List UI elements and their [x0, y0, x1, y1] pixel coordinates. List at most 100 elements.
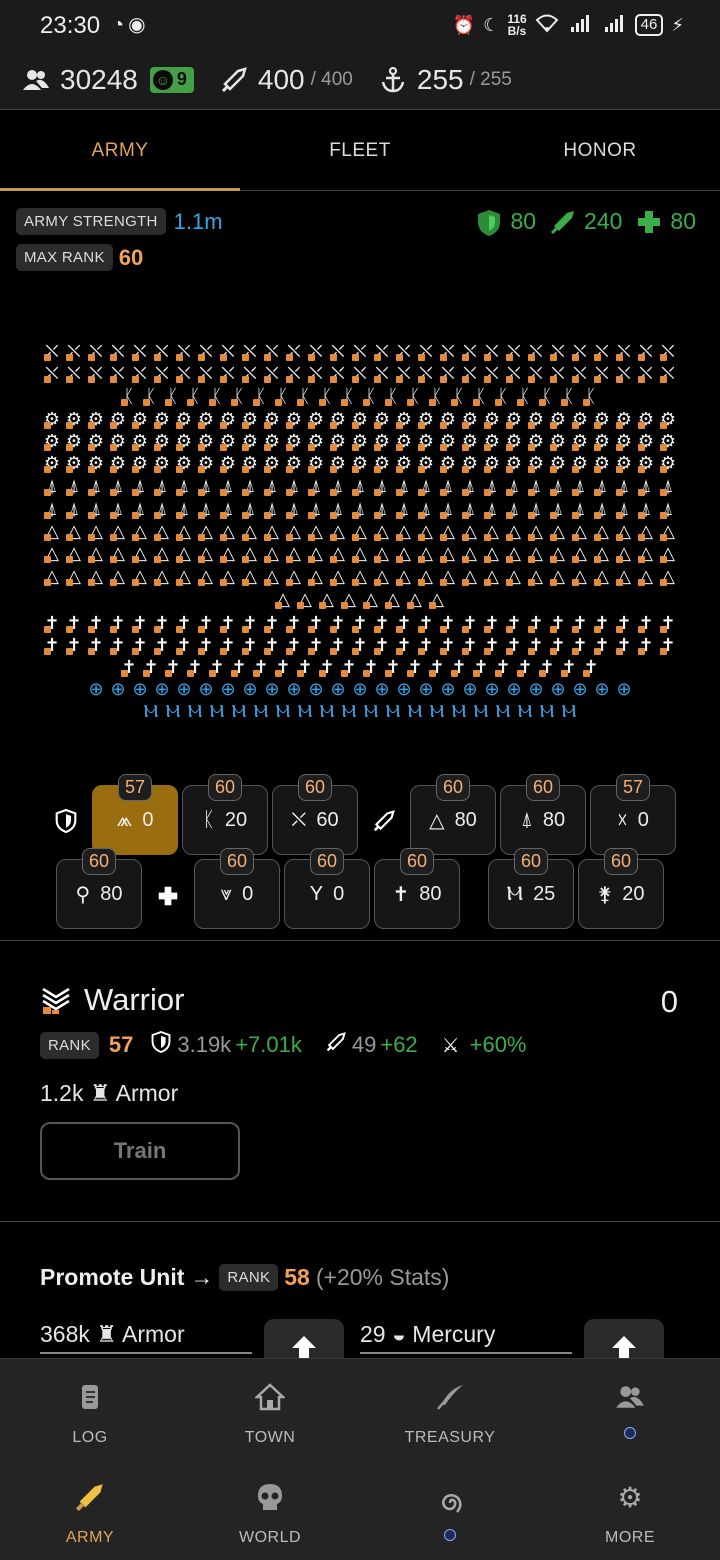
soldier-icon: ⍋: [217, 475, 239, 497]
nav-town[interactable]: TOWN: [180, 1365, 360, 1465]
soldier-icon: ⛌: [217, 362, 239, 384]
soldier-icon: Ⲙ: [539, 701, 555, 721]
defense-icon: [151, 1030, 171, 1059]
soldier-icon: ✝: [613, 634, 635, 656]
soldier-icon: ✝: [327, 612, 349, 634]
soldier-icon: ⛌: [613, 340, 635, 362]
bottom-navigation: LOG TOWN TREASURY ARMY WORLD ⚙ MORE: [0, 1358, 720, 1560]
soldier-icon: ⚙: [569, 430, 591, 452]
nav-log[interactable]: LOG: [0, 1365, 180, 1465]
soldier-icon: ⍋: [437, 498, 459, 520]
soldier-icon: △: [129, 565, 151, 587]
soldier-icon: ⚙: [547, 430, 569, 452]
soldier-icon: △: [283, 542, 305, 564]
attack-bonus: 240: [584, 208, 623, 234]
unit-card-monk[interactable]: 60 Y 0: [284, 848, 370, 929]
population[interactable]: 30248 ☺ 9: [22, 64, 194, 96]
swordsman-icon: ⛌: [291, 808, 307, 831]
happiness-badge[interactable]: ☺ 9: [149, 66, 194, 93]
train-button[interactable]: Train: [40, 1122, 240, 1180]
soldier-icon: Ⲙ: [561, 701, 577, 721]
soldier-icon: ⍋: [503, 475, 525, 497]
soldier-icon: △: [217, 520, 239, 542]
soldier-icon: ⚙: [415, 408, 437, 430]
soldier-icon: ⚙: [41, 430, 63, 452]
soldier-icon: ✝: [349, 612, 371, 634]
soldier-icon: △: [415, 542, 437, 564]
soldier-icon: ⍋: [173, 498, 195, 520]
attack-resource[interactable]: 400 / 400: [220, 64, 353, 96]
unit-card-crossbow[interactable]: 60 ⍋ 80: [500, 774, 586, 855]
arrow-up-icon: [292, 1336, 316, 1358]
soldier-icon: ✝: [261, 634, 283, 656]
soldier-icon: △: [173, 542, 195, 564]
soldier-icon: ⊕: [286, 679, 302, 699]
clock: 23:30: [40, 12, 101, 39]
tab-fleet[interactable]: FLEET: [240, 111, 480, 190]
unit-card-warrior[interactable]: 57 ⩕ 0: [92, 774, 178, 855]
soldier-icon: ⚙: [525, 408, 547, 430]
soldier-icon: ⚙: [371, 452, 393, 474]
soldier-icon: ⚙: [569, 452, 591, 474]
soldier-icon: ⚙: [657, 408, 679, 430]
soldier-icon: ⛌: [63, 340, 85, 362]
unit-card-scout[interactable]: 60 ⚲ 80: [56, 848, 142, 929]
soldier-icon: ⚙: [129, 408, 151, 430]
tab-army[interactable]: ARMY: [0, 111, 240, 191]
soldier-icon: ⊕: [616, 679, 632, 699]
unit-card-archer[interactable]: 60 △ 80: [410, 774, 496, 855]
soldier-icon: ⚙: [503, 430, 525, 452]
soldier-icon: ⍋: [173, 475, 195, 497]
tab-honor[interactable]: HONOR: [480, 111, 720, 190]
soldier-icon: ⍋: [195, 475, 217, 497]
soldier-icon: ✝: [151, 634, 173, 656]
soldier-icon: ⛌: [547, 362, 569, 384]
nav-treasury[interactable]: TREASURY: [360, 1365, 540, 1465]
soldier-icon: ⍋: [41, 498, 63, 520]
promote-requirement-armor: 368k ♜ Armor: [40, 1321, 185, 1347]
soldier-icon: ⊕: [484, 679, 500, 699]
soldier-icon: △: [591, 565, 613, 587]
soldier-icon: ⍋: [525, 475, 547, 497]
soldier-icon: ⚙: [503, 452, 525, 474]
soldier-icon: △: [657, 520, 679, 542]
soldier-icon: ✝: [41, 634, 63, 656]
soldier-icon: △: [415, 520, 437, 542]
nav-world[interactable]: WORLD: [180, 1465, 360, 1560]
soldier-icon: ⍋: [261, 498, 283, 520]
nav-portal[interactable]: [360, 1465, 540, 1560]
fleet-resource[interactable]: 255 / 255: [379, 64, 512, 96]
soldier-icon: ⚙: [415, 452, 437, 474]
soldier-icon: ✝: [635, 612, 657, 634]
nav-social[interactable]: [540, 1365, 720, 1465]
unit-card-knight[interactable]: 57 ☓ 0: [590, 774, 676, 855]
soldier-icon: ⚙: [613, 408, 635, 430]
unit-card-swordsman[interactable]: 60 ⛌ 60: [272, 774, 358, 855]
soldier-icon: ⍋: [371, 498, 393, 520]
soldier-icon: ⊕: [440, 679, 456, 699]
soldier-icon: ⛌: [503, 362, 525, 384]
unit-card-paladin[interactable]: 60 ✝ 80: [374, 848, 460, 929]
unit-card-druid[interactable]: 60 Ⲙ 25: [488, 848, 574, 929]
unit-card-mage[interactable]: 60 ⚵ 20: [578, 848, 664, 929]
soldier-icon: △: [85, 565, 107, 587]
soldier-icon: ⍋: [305, 475, 327, 497]
soldier-icon: △: [503, 565, 525, 587]
nav-more[interactable]: ⚙ MORE: [540, 1465, 720, 1560]
soldier-icon: ⛌: [283, 362, 305, 384]
soldier-icon: ⚙: [481, 408, 503, 430]
status-bar: 23:30 ◔◉ ⏰ ☾ 116 B/s 46 ⚡: [0, 0, 720, 50]
soldier-icon: ᛕ: [162, 385, 184, 407]
soldier-icon: ⚙: [393, 408, 415, 430]
unit-title: Warrior: [40, 982, 184, 1018]
unit-card-spearman[interactable]: 60 ᛕ 20: [182, 774, 268, 855]
soldier-icon: ✝: [63, 612, 85, 634]
soldier-icon: ⍋: [481, 475, 503, 497]
promote-requirement-mercury: 29 ◒ Mercury: [360, 1321, 496, 1347]
unit-card-cleric[interactable]: 60 ⩔ 0: [194, 848, 280, 929]
sword-icon: [220, 66, 248, 94]
soldier-icon: ⚙: [591, 430, 613, 452]
soldier-icon: ⛌: [393, 340, 415, 362]
nav-army[interactable]: ARMY: [0, 1465, 180, 1560]
spiral-icon: [432, 1485, 468, 1521]
